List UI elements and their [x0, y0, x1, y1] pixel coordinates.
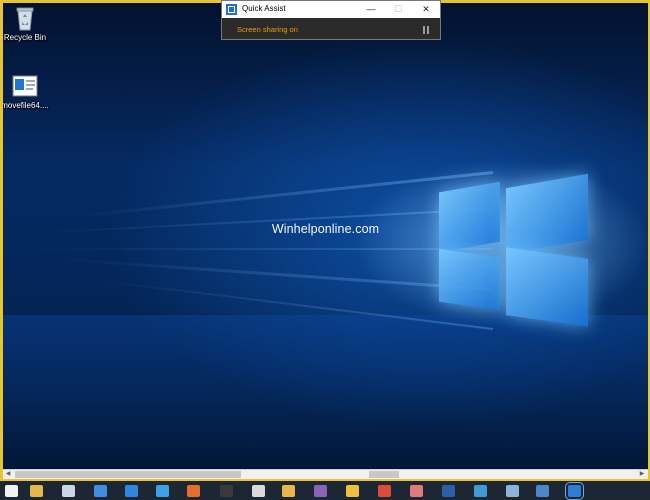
sharing-status: Screen sharing on	[237, 25, 298, 34]
quick-assist-icon[interactable]	[565, 482, 584, 500]
notepad-icon[interactable]	[30, 485, 43, 497]
edge-icon[interactable]	[125, 485, 138, 497]
chrome-icon[interactable]	[378, 485, 391, 497]
powershell-icon[interactable]	[442, 485, 455, 497]
recycle-bin-icon	[16, 7, 34, 31]
store-icon[interactable]	[536, 485, 549, 497]
logo-pane-bottom-left	[439, 248, 500, 311]
watermark-text: Winhelponline.com	[271, 222, 380, 236]
firefox-icon[interactable]	[187, 485, 200, 497]
scroll-right-arrow-icon[interactable]: ▶	[637, 470, 647, 479]
settings-icon[interactable]	[506, 485, 519, 497]
desktop-icon-movefile[interactable]: movefile64....	[3, 75, 53, 110]
quick-assist-icon	[226, 4, 237, 15]
desktop-icon-recycle-bin[interactable]: Recycle Bin	[3, 5, 53, 42]
close-button[interactable]: ✕	[417, 2, 435, 16]
desktop-icon-label: movefile64....	[3, 101, 49, 110]
ie-icon[interactable]	[156, 485, 169, 497]
desktop-icon-label: Recycle Bin	[3, 33, 47, 42]
quick-assist-window[interactable]: Quick Assist — ☐ ✕ Screen sharing on	[221, 0, 441, 40]
network-icon[interactable]	[94, 485, 107, 497]
scroll-left-arrow-icon[interactable]: ◀	[3, 470, 13, 479]
folder-icon[interactable]	[282, 485, 295, 497]
wallpaper-beam	[33, 248, 493, 250]
pause-icon[interactable]	[423, 26, 430, 34]
remote-icon[interactable]	[474, 485, 487, 497]
scrollbar-thumb[interactable]	[15, 471, 241, 478]
wallpaper-floor	[3, 315, 648, 469]
status-bar: Screen sharing on	[222, 18, 440, 39]
desktop: Winhelponline.com Recycle Bin movefile64…	[3, 3, 648, 469]
horizontal-scrollbar[interactable]: ◀ ▶	[3, 469, 648, 479]
app-icon[interactable]	[314, 485, 327, 497]
wallpaper-beam	[63, 258, 494, 291]
quick-assist-titlebar[interactable]: Quick Assist — ☐ ✕	[222, 1, 440, 18]
file-shortcut-icon	[12, 75, 38, 97]
window-icon[interactable]	[62, 485, 75, 497]
maximize-button[interactable]: ☐	[389, 2, 407, 16]
cmd-icon[interactable]	[220, 485, 233, 497]
start-icon[interactable]	[5, 485, 18, 497]
taskbar	[0, 481, 650, 500]
logo-pane-bottom-right	[506, 247, 588, 327]
explorer-icon[interactable]	[252, 485, 265, 497]
logo-pane-top-right	[506, 173, 588, 255]
files-icon[interactable]	[346, 485, 359, 497]
logo-pane-top-left	[439, 181, 500, 253]
minimize-button[interactable]: —	[362, 2, 380, 16]
paint-icon[interactable]	[410, 485, 423, 497]
scrollbar-segment	[369, 471, 399, 478]
window-title: Quick Assist	[242, 4, 286, 13]
